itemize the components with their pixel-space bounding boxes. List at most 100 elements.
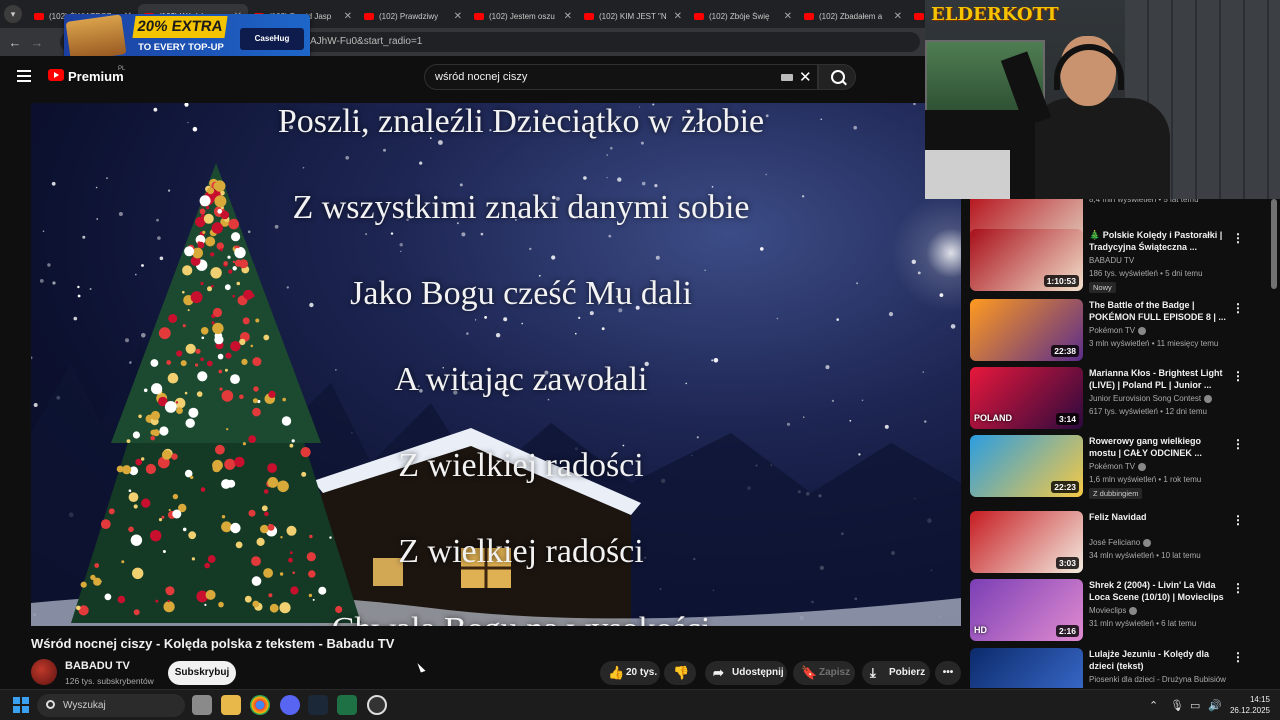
recommendation-item[interactable]: 22:38 The Battle of the Badge | POKÉMON F…: [970, 299, 1250, 365]
more-options-icon[interactable]: ⋮: [1232, 437, 1244, 451]
tab-close-icon[interactable]: ✕: [894, 11, 902, 22]
keyboard-icon[interactable]: [781, 74, 793, 81]
browser-tab[interactable]: (102) Jestem oszu ✕: [468, 4, 578, 28]
video-thumbnail[interactable]: 3:03: [970, 511, 1083, 573]
taskbar-search[interactable]: Wyszukaj: [37, 694, 185, 717]
file-explorer-icon[interactable]: [221, 695, 241, 715]
ornament: [199, 208, 206, 215]
ornament: [126, 439, 131, 443]
share-button[interactable]: ➦ Udostępnij: [705, 661, 787, 685]
back-arrow-icon[interactable]: ←: [4, 35, 26, 50]
more-options-icon[interactable]: ⋮: [1232, 369, 1244, 383]
ornament: [204, 603, 207, 606]
system-clock[interactable]: 14:15 26.12.2025: [1228, 694, 1270, 716]
thumbs-down-icon: 👎: [673, 665, 690, 680]
download-button[interactable]: ⤓ Pobierz: [862, 661, 930, 685]
more-options-icon[interactable]: ⋮: [1232, 581, 1244, 595]
more-actions-button[interactable]: •••: [935, 661, 961, 685]
recommendation-channel[interactable]: Pokémon TV: [1089, 462, 1147, 471]
browser-tab[interactable]: (102) Prawdziwy ✕: [358, 4, 468, 28]
network-icon[interactable]: ▭: [1190, 699, 1200, 712]
tab-close-icon[interactable]: ✕: [454, 11, 462, 22]
video-thumbnail[interactable]: POLAND 3:14: [970, 367, 1083, 429]
recommendation-channel[interactable]: Piosenki dla dzieci - Drużyna Bubisiów: [1089, 675, 1226, 684]
tab-close-icon[interactable]: ✕: [344, 11, 352, 22]
recommendation-item[interactable]: POLAND 3:14 Marianna Kłos - Brightest Ligh…: [970, 367, 1250, 433]
ornament: [252, 600, 260, 608]
ornament: [212, 307, 223, 318]
recommendation-title[interactable]: Shrek 2 (2004) - Livin' La Vida Loca Sce…: [1089, 579, 1229, 603]
ornament: [151, 383, 163, 395]
save-button[interactable]: 🔖 Zapisz: [793, 661, 855, 685]
video-thumbnail[interactable]: LULAJŻE JEZUNIU: [970, 648, 1083, 688]
recommendation-channel[interactable]: Movieclips: [1089, 606, 1138, 615]
recommendation-item[interactable]: 1:10:53 🎄 Polskie Kolędy i Pastorałki | T…: [970, 229, 1250, 295]
browser-tab[interactable]: (102) Zbóje Świę ✕: [688, 4, 798, 28]
ornament: [206, 360, 213, 367]
clear-search-icon[interactable]: ✕: [799, 68, 812, 86]
recommendation-title[interactable]: Marianna Kłos - Brightest Light (LIVE) |…: [1089, 367, 1229, 391]
recommendation-item[interactable]: HD 2:16 Shrek 2 (2004) - Livin' La Vida Lo…: [970, 579, 1250, 645]
video-thumbnail[interactable]: 22:23: [970, 435, 1083, 497]
recommendation-item[interactable]: 3:03 Feliz Navidad José Feliciano 34 mln wy…: [970, 511, 1250, 577]
subscribe-button[interactable]: Subskrybuj: [168, 661, 236, 685]
tray-chevron-icon[interactable]: ⌃: [1149, 699, 1158, 712]
recommendation-title[interactable]: The Battle of the Badge | POKÉMON FULL E…: [1089, 299, 1229, 323]
tab-close-icon[interactable]: ✕: [784, 11, 792, 22]
lyric-line: Jako Bogu cześć Mu dali: [350, 275, 692, 312]
ornament: [248, 509, 256, 517]
ornament: [172, 509, 182, 519]
microphone-tray-icon[interactable]: 🎙: [1170, 699, 1184, 712]
volume-icon[interactable]: 🔊: [1208, 699, 1222, 712]
recommendation-item[interactable]: 22:23 Rowerowy gang wielkiego mostu | CAŁ…: [970, 435, 1250, 501]
dislike-button[interactable]: 👎: [664, 661, 696, 685]
youtube-logo-icon[interactable]: [48, 69, 64, 81]
discord-icon[interactable]: [280, 695, 300, 715]
recommendation-channel[interactable]: Pokémon TV: [1089, 326, 1147, 335]
excel-icon[interactable]: [337, 695, 357, 715]
channel-name[interactable]: BABADU TV: [65, 660, 130, 672]
more-options-icon[interactable]: ⋮: [1232, 301, 1244, 315]
obs-icon[interactable]: [367, 695, 387, 715]
forward-arrow-icon[interactable]: →: [26, 35, 48, 50]
video-thumbnail[interactable]: 22:38: [970, 299, 1083, 361]
recommendation-title[interactable]: Lulajże Jezuniu - Kolędy dla dzieci (tek…: [1089, 648, 1229, 672]
tab-close-icon[interactable]: ✕: [674, 11, 682, 22]
recommendation-channel[interactable]: BABADU TV: [1089, 256, 1134, 265]
recommendation-channel[interactable]: Junior Eurovision Song Contest: [1089, 394, 1213, 403]
chrome-icon[interactable]: [250, 695, 270, 715]
video-thumbnail[interactable]: HD 2:16: [970, 579, 1083, 641]
channel-avatar[interactable]: [31, 659, 57, 685]
video-thumbnail[interactable]: 1:10:53: [970, 229, 1083, 291]
search-input[interactable]: wśród nocnej ciszy ✕: [424, 64, 818, 90]
scrollbar[interactable]: [1271, 199, 1277, 289]
ornament: [133, 609, 140, 616]
task-view-icon[interactable]: [192, 695, 212, 715]
windows-start-icon[interactable]: [13, 697, 29, 713]
more-options-icon[interactable]: ⋮: [1232, 650, 1244, 664]
youtube-favicon-icon: [694, 12, 704, 20]
video-player[interactable]: Poszli, znaleźli Dzieciątko w żłobie Z ws…: [31, 103, 961, 626]
tab-close-icon[interactable]: ✕: [564, 11, 572, 22]
ornament: [227, 255, 231, 259]
lyric-line: Z wielkiej radości: [398, 533, 644, 570]
recommendation-title[interactable]: Feliz Navidad: [1089, 511, 1229, 523]
like-button[interactable]: 👍 20 tys.: [600, 661, 660, 685]
recommendation-channel[interactable]: José Feliciano: [1089, 538, 1152, 547]
youtube-brand[interactable]: Premium: [68, 69, 124, 84]
search-button[interactable]: [818, 64, 856, 90]
browser-tab[interactable]: (102) KIM JEST "N ✕: [578, 4, 688, 28]
recommendation-title[interactable]: Rowerowy gang wielkiego mostu | CAŁY ODC…: [1089, 435, 1229, 459]
like-count: 20 tys.: [626, 667, 658, 678]
ornament: [158, 327, 171, 340]
ornament: [182, 527, 187, 532]
browser-tab[interactable]: (102) Zbadałem a ✕: [798, 4, 908, 28]
steam-icon[interactable]: [308, 695, 328, 715]
menu-icon[interactable]: [17, 70, 31, 82]
tab-search-icon[interactable]: ▾: [4, 5, 22, 23]
more-options-icon[interactable]: ⋮: [1232, 513, 1244, 527]
recommendation-title[interactable]: 🎄 Polskie Kolędy i Pastorałki | Tradycyj…: [1089, 229, 1229, 253]
ornament: [213, 182, 222, 190]
recommendation-item[interactable]: LULAJŻE JEZUNIULulajże Jezuniu - Kolędy …: [970, 648, 1250, 688]
more-options-icon[interactable]: ⋮: [1232, 231, 1244, 245]
